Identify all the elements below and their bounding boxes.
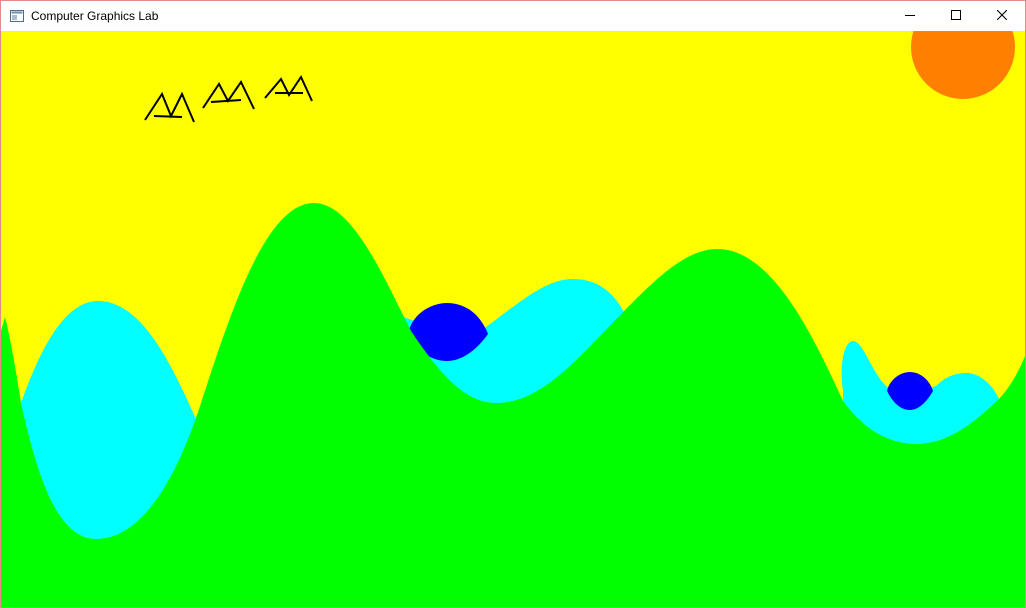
maximize-button[interactable] xyxy=(933,1,979,31)
close-icon xyxy=(996,7,1008,25)
app-window: Computer Graphics Lab xyxy=(0,0,1026,608)
window-controls xyxy=(887,1,1025,31)
title-bar[interactable]: Computer Graphics Lab xyxy=(1,1,1025,31)
close-button[interactable] xyxy=(979,1,1025,31)
scene-graphic xyxy=(1,31,1025,607)
bird-wing-line xyxy=(153,115,183,118)
drawing-canvas[interactable] xyxy=(1,31,1025,607)
window-title: Computer Graphics Lab xyxy=(31,9,159,23)
maximize-icon xyxy=(951,7,961,25)
minimize-button[interactable] xyxy=(887,1,933,31)
minimize-icon xyxy=(905,7,915,25)
window-app-icon xyxy=(10,10,24,22)
